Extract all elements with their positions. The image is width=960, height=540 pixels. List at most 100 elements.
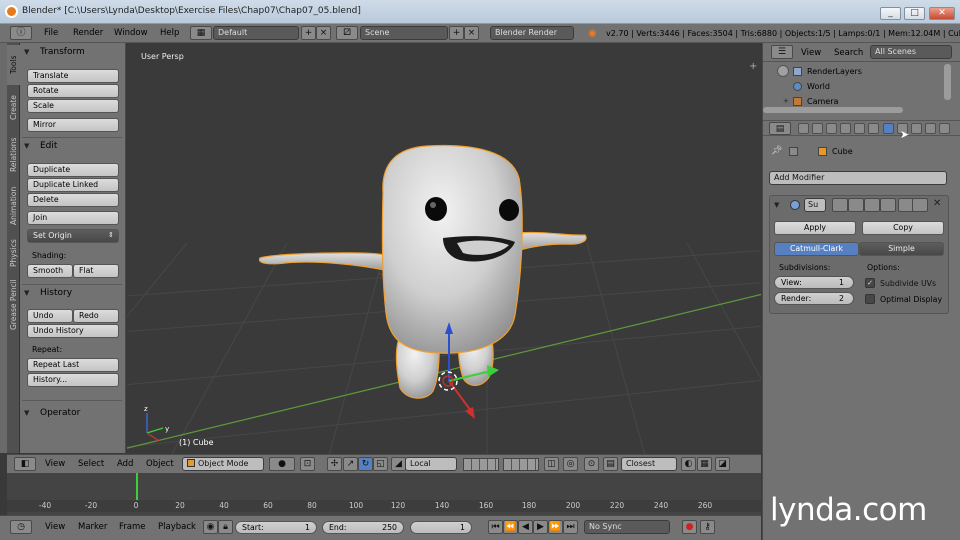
scene-icon[interactable]: ⚂ [336, 26, 358, 40]
redo-button[interactable]: Redo [73, 309, 119, 323]
menu-file[interactable]: File [44, 28, 58, 38]
snap-element-icon[interactable]: ▤ [603, 457, 618, 471]
record-icon[interactable]: ● [682, 520, 697, 534]
viewport-scene[interactable]: z y + [127, 43, 761, 454]
outliner-tree[interactable]: RenderLayers World + Camera [763, 62, 960, 118]
play-icon[interactable]: ▶ [533, 520, 548, 534]
outliner-editor-icon[interactable]: ☰ [771, 45, 793, 59]
duplicate-button[interactable]: Duplicate [27, 163, 119, 177]
undo-button[interactable]: Undo [27, 309, 73, 323]
history-button[interactable]: History... [27, 373, 119, 387]
view-levels-field[interactable]: View: 1 [774, 276, 854, 289]
optimal-display-checkbox[interactable] [865, 294, 875, 304]
object-tab-icon[interactable] [854, 123, 865, 134]
jump-end-icon[interactable]: ⏭ [563, 520, 578, 534]
end-frame-field[interactable]: End: 250 [322, 521, 404, 534]
collapse-operator-icon[interactable]: ▼ [24, 409, 29, 417]
pin-icon[interactable]: 📌︎ [771, 146, 782, 156]
scale-button[interactable]: Scale [27, 99, 119, 113]
cage-toggle-icon[interactable] [880, 198, 896, 212]
copy-button[interactable]: Copy [862, 221, 944, 235]
lock-layers-icon[interactable]: ◫ [544, 457, 559, 471]
menu-help[interactable]: Help [160, 28, 179, 38]
tab-relations[interactable]: Relations [7, 131, 20, 179]
outliner-hscrollbar[interactable] [763, 107, 903, 113]
vp-menu-add[interactable]: Add [117, 459, 133, 469]
material-tab-icon[interactable] [911, 123, 922, 134]
tl-menu-marker[interactable]: Marker [78, 522, 107, 532]
3d-view-editor-icon[interactable]: ◧ [14, 457, 36, 471]
simple-button[interactable]: Simple [859, 242, 944, 256]
transform-orientation-selector[interactable]: Local [405, 457, 457, 471]
snap-target-selector[interactable]: Closest [621, 457, 677, 471]
menu-window[interactable]: Window [114, 28, 148, 38]
render-toggle-icon[interactable] [848, 198, 864, 212]
lock-frame-icon[interactable]: 🔒︎ [218, 520, 233, 534]
tab-tools[interactable]: Tools [7, 45, 20, 85]
editmode-toggle-icon[interactable] [832, 198, 848, 212]
timeline-editor-icon[interactable]: ◷ [10, 520, 32, 534]
tab-grease-pencil[interactable]: Grease Pencil [7, 275, 20, 335]
remove-modifier-icon[interactable]: ✕ [933, 198, 941, 209]
set-origin-dropdown[interactable]: Set Origin [27, 229, 119, 243]
editor-type-icon[interactable]: ⓘ [10, 26, 32, 40]
add-modifier-dropdown[interactable]: Add Modifier [769, 171, 947, 185]
opengl-anim-icon[interactable]: ▦ [697, 457, 712, 471]
vp-menu-view[interactable]: View [45, 459, 65, 469]
minimize-button[interactable]: _ [880, 7, 901, 20]
render-tab-icon[interactable] [798, 123, 809, 134]
subdivide-uvs-checkbox[interactable]: ✓ [865, 278, 875, 288]
manipulator-toggle-icon[interactable]: ✢ [327, 457, 342, 471]
layout-icon[interactable]: ▦ [190, 26, 212, 40]
properties-editor-icon[interactable]: ▤ [769, 122, 791, 135]
modifier-name-field[interactable]: Su [804, 198, 826, 212]
outliner-item-world[interactable]: World [807, 82, 830, 91]
smooth-button[interactable]: Smooth [27, 264, 73, 278]
opengl-render-icon[interactable]: ◐ [681, 457, 696, 471]
render-icon[interactable]: ◪ [715, 457, 730, 471]
jump-start-icon[interactable]: ⏮ [488, 520, 503, 534]
vp-menu-object[interactable]: Object [146, 459, 174, 469]
rotate-manipulator-icon[interactable]: ↻ [358, 457, 373, 471]
render-engine-selector[interactable]: Blender Render [490, 26, 574, 40]
current-frame-indicator[interactable] [136, 473, 138, 500]
collapse-edit-icon[interactable]: ▼ [24, 142, 29, 150]
scene-tab-icon[interactable] [826, 123, 837, 134]
maximize-button[interactable]: □ [904, 7, 925, 20]
proportional-edit-icon[interactable]: ◎ [563, 457, 578, 471]
modifier-collapse-icon[interactable]: ▼ [774, 201, 779, 209]
tl-menu-view[interactable]: View [45, 522, 65, 532]
duplicate-linked-button[interactable]: Duplicate Linked [27, 178, 119, 192]
pivot-point-icon[interactable]: ⊡ [300, 457, 315, 471]
world-tab-icon[interactable] [840, 123, 851, 134]
modifiers-tab-wrench-icon[interactable] [883, 123, 894, 134]
scene-remove-icon[interactable]: × [464, 26, 479, 40]
flat-button[interactable]: Flat [73, 264, 119, 278]
texture-tab-icon[interactable] [925, 123, 936, 134]
tab-animation[interactable]: Animation [7, 181, 20, 231]
renderlayers-tab-icon[interactable] [812, 123, 823, 134]
snap-toggle-icon[interactable]: ⊙ [584, 457, 599, 471]
outliner-item-renderlayers[interactable]: RenderLayers [807, 67, 862, 76]
layout-remove-icon[interactable]: × [316, 26, 331, 40]
join-button[interactable]: Join [27, 211, 119, 225]
realtime-toggle-icon[interactable] [864, 198, 880, 212]
undo-history-button[interactable]: Undo History [27, 324, 119, 338]
keying-set-icon[interactable]: ⚷ [700, 520, 715, 534]
scene-selector[interactable]: Scene [360, 26, 448, 40]
viewport-shading-icon[interactable]: ● [269, 457, 295, 471]
panel-operator-title[interactable]: Operator [40, 408, 80, 418]
mirror-button[interactable]: Mirror [27, 118, 119, 132]
move-down-icon[interactable] [912, 198, 928, 212]
layer-buttons-2[interactable] [503, 458, 539, 471]
outliner-item-camera[interactable]: Camera [807, 97, 838, 106]
3d-viewport[interactable]: z y + User Persp (1) Cube [127, 43, 761, 454]
current-frame-field[interactable]: 1 [410, 521, 472, 534]
particles-tab-icon[interactable] [939, 123, 950, 134]
close-button[interactable]: ✕ [929, 7, 955, 20]
timeline-ruler[interactable]: -40 -20 0 20 40 60 80 100 120 140 160 18… [7, 500, 761, 512]
collapse-history-icon[interactable]: ▼ [24, 289, 29, 297]
translate-manipulator-icon[interactable]: ↗ [343, 457, 358, 471]
panel-transform-title[interactable]: Transform [40, 47, 85, 57]
menu-render[interactable]: Render [73, 28, 103, 38]
